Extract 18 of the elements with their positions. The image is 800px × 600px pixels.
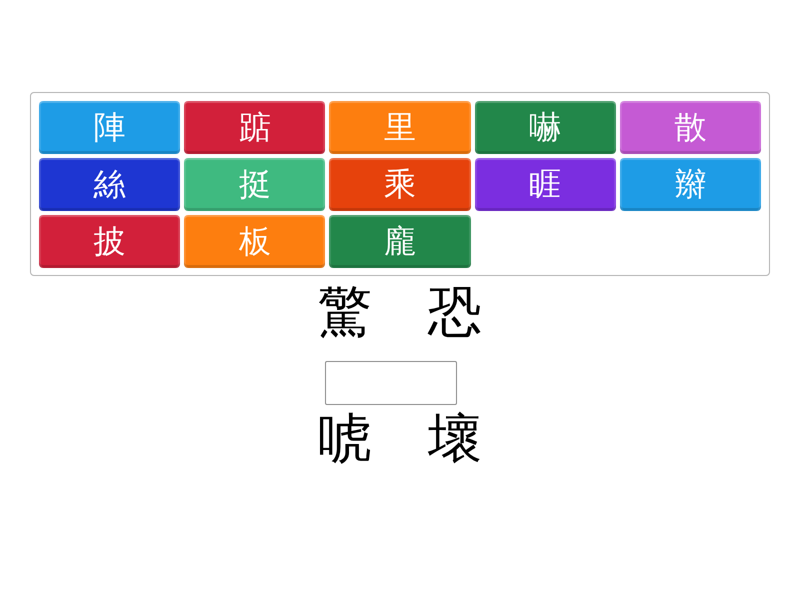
puzzle-character: 唬 bbox=[318, 407, 372, 471]
character-tile[interactable]: 嚇 bbox=[474, 101, 616, 154]
answer-box[interactable] bbox=[325, 361, 457, 405]
character-tile[interactable]: 陣 bbox=[39, 101, 180, 154]
character-tile[interactable]: 龐 bbox=[329, 215, 471, 268]
character-tile[interactable]: 散 bbox=[620, 101, 761, 154]
character-tile[interactable]: 絲 bbox=[39, 158, 180, 211]
character-tile[interactable]: 辮 bbox=[620, 158, 761, 211]
character-tile[interactable]: 睚 bbox=[474, 158, 616, 211]
puzzle-character: 驚 bbox=[318, 280, 372, 344]
character-tile[interactable]: 踮 bbox=[184, 101, 326, 154]
character-tile[interactable]: 披 bbox=[39, 215, 180, 268]
puzzle-character: 恐 bbox=[428, 280, 482, 344]
character-tile[interactable]: 里 bbox=[329, 101, 471, 154]
character-tile[interactable]: 板 bbox=[184, 215, 326, 268]
character-tile[interactable]: 乘 bbox=[329, 158, 471, 211]
character-tile[interactable]: 挺 bbox=[184, 158, 326, 211]
puzzle-character: 壞 bbox=[428, 407, 482, 471]
